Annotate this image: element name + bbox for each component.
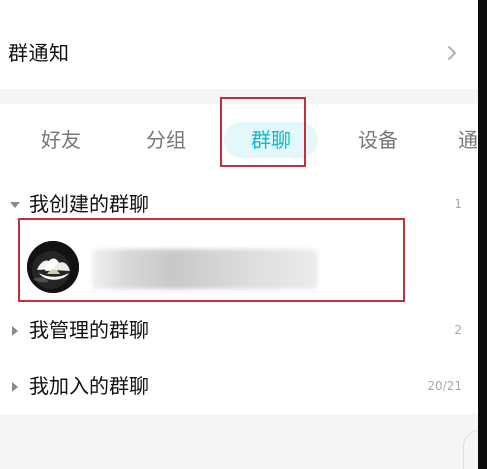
section-managed-groups[interactable]: 我管理的群聊 2 (0, 310, 478, 350)
edge-arc-decoration (463, 430, 478, 469)
section-joined-groups[interactable]: 我加入的群聊 20/21 (0, 366, 478, 406)
section-count-joined: 20/21 (427, 379, 462, 393)
section-count-created: 1 (454, 197, 462, 211)
created-group-row[interactable] (0, 234, 478, 306)
contact-tabs: 好友 分组 群聊 设备 通 (0, 104, 478, 175)
right-dark-edge (478, 0, 487, 469)
tab-friends[interactable]: 好友 (36, 122, 86, 158)
chevron-right-icon (448, 46, 456, 60)
section-title-created: 我创建的群聊 (29, 192, 149, 216)
group-notice-label: 群通知 (8, 41, 70, 65)
collapsed-triangle-icon (12, 326, 18, 336)
section-created-groups[interactable]: 我创建的群聊 1 (0, 184, 478, 224)
collapsed-triangle-icon (12, 382, 18, 392)
tab-groups[interactable]: 分组 (141, 122, 191, 158)
section-title-managed: 我管理的群聊 (29, 318, 149, 342)
tab-group-chats[interactable]: 群聊 (224, 122, 318, 158)
group-chat-screen: 群通知 好友 分组 群聊 设备 通 我创建的群聊 1 我管理的群聊 2 我加入的… (0, 0, 478, 469)
tab-more-partial[interactable]: 通 (458, 122, 478, 158)
white-lotus-avatar (27, 241, 79, 293)
section-title-joined: 我加入的群聊 (29, 374, 149, 398)
group-notice-row[interactable]: 群通知 (0, 0, 478, 89)
section-count-managed: 2 (454, 323, 462, 337)
blurred-group-name (92, 249, 318, 289)
group-chat-list: 我创建的群聊 1 我管理的群聊 2 我加入的群聊 20/21 (0, 175, 478, 414)
expanded-triangle-icon (10, 202, 20, 208)
tab-devices[interactable]: 设备 (353, 122, 403, 158)
